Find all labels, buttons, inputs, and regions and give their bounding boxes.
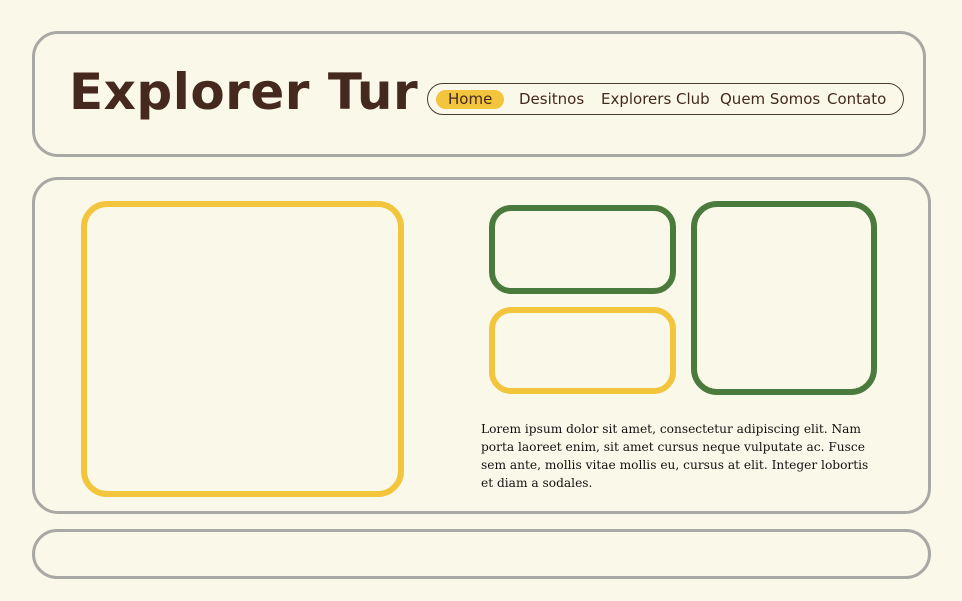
nav-item-destinos[interactable]: Desitnos xyxy=(519,89,584,109)
card-placeholder-bottom xyxy=(489,307,676,394)
nav-item-explorers-club[interactable]: Explorers Club xyxy=(601,89,710,109)
nav-item-home[interactable]: Home xyxy=(436,90,505,109)
nav-item-quem-somos[interactable]: Quem Somos xyxy=(720,89,820,109)
hero-image-placeholder xyxy=(81,201,404,497)
card-placeholder-top xyxy=(489,205,676,294)
main-nav: Home Desitnos Explorers Club Quem Somos … xyxy=(427,83,904,115)
site-header: Explorer Tur Home Desitnos Explorers Clu… xyxy=(32,31,926,157)
site-footer xyxy=(32,529,931,579)
card-placeholder-tall xyxy=(691,201,877,395)
brand-logo[interactable]: Explorer Tur xyxy=(69,62,418,122)
description-text: Lorem ipsum dolor sit amet, consectetur … xyxy=(481,422,869,490)
nav-item-contato[interactable]: Contato xyxy=(827,89,886,109)
